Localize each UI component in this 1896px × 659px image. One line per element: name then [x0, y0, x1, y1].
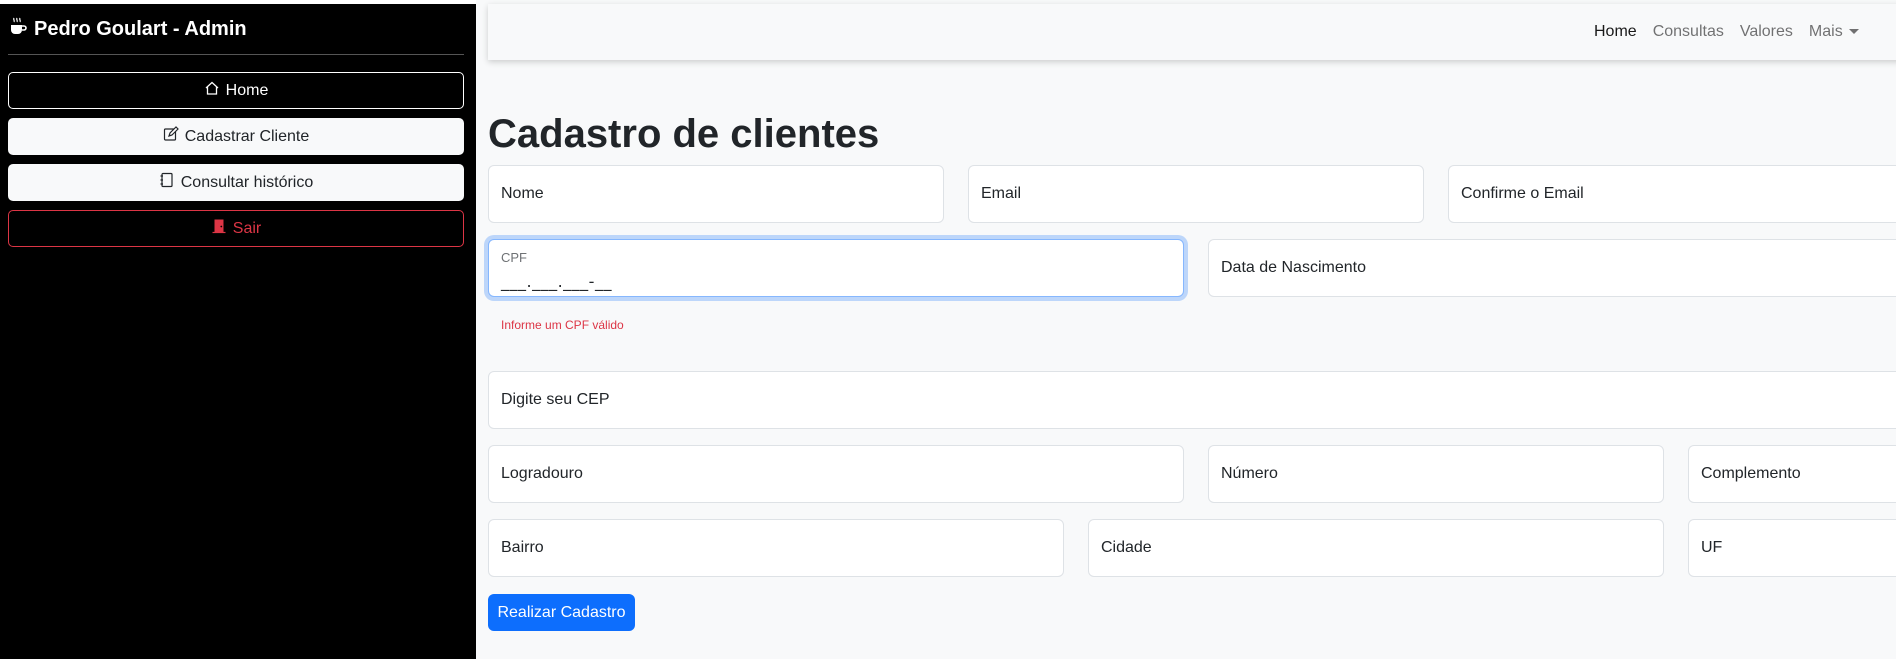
caret-down-icon	[1848, 29, 1859, 35]
coffee-icon	[8, 16, 28, 42]
brand: Pedro Goulart - Admin	[8, 16, 247, 42]
sidebar-item-label: Sair	[232, 219, 262, 237]
nav-link-consultas[interactable]: Consultas	[1653, 23, 1724, 41]
sidebar-item-sair[interactable]: Sair	[8, 210, 464, 247]
cpf-label: CPF	[501, 250, 527, 265]
main-content: Home Consultas Valores Mais Cadastro de …	[476, 0, 1896, 659]
cep-placeholder: Digite seu CEP	[501, 391, 610, 408]
nascimento-placeholder: Data de Nascimento	[1221, 259, 1366, 276]
nav-link-valores[interactable]: Valores	[1740, 23, 1793, 41]
cpf-mask: ___.___.___-__	[501, 272, 612, 291]
house-icon	[204, 80, 220, 101]
sidebar: Pedro Goulart - Admin Home Cadastrar Cli…	[0, 4, 476, 659]
cidade-field[interactable]: Cidade	[1088, 519, 1664, 577]
bairro-field[interactable]: Bairro	[488, 519, 1064, 577]
cpf-field[interactable]: CPF ___.___.___-__	[488, 239, 1184, 297]
complemento-placeholder: Complemento	[1701, 465, 1801, 482]
pencil-square-icon	[163, 126, 179, 147]
cidade-placeholder: Cidade	[1101, 539, 1152, 556]
email-field[interactable]: Email	[968, 165, 1424, 223]
nav-link-home[interactable]: Home	[1594, 23, 1637, 41]
sidebar-item-consultar-historico[interactable]: Consultar histórico	[8, 164, 464, 201]
sidebar-item-label: Cadastrar Cliente	[184, 127, 310, 145]
brand-title: Pedro Goulart - Admin	[34, 17, 247, 40]
numero-placeholder: Número	[1221, 465, 1278, 482]
nome-field[interactable]: Nome	[488, 165, 944, 223]
complemento-field[interactable]: Complemento	[1688, 445, 1896, 503]
uf-placeholder: UF	[1701, 539, 1723, 556]
confirm-email-placeholder: Confirme o Email	[1461, 185, 1584, 202]
top-navbar: Home Consultas Valores Mais	[488, 4, 1896, 60]
nav-dropdown-mais[interactable]: Mais	[1809, 23, 1859, 41]
nav-dropdown-label: Mais	[1808, 23, 1843, 40]
numero-field[interactable]: Número	[1208, 445, 1664, 503]
cpf-input-value: ___.___.___-__	[501, 272, 612, 291]
door-icon	[211, 218, 227, 239]
uf-field[interactable]: UF	[1688, 519, 1896, 577]
confirm-email-field[interactable]: Confirme o Email	[1448, 165, 1896, 223]
cep-field[interactable]: Digite seu CEP	[488, 371, 1896, 429]
sidebar-item-cadastrar-cliente[interactable]: Cadastrar Cliente	[8, 118, 464, 155]
nascimento-field[interactable]: Data de Nascimento	[1208, 239, 1896, 297]
page-title: Cadastro de clientes	[488, 112, 880, 156]
nome-placeholder: Nome	[501, 185, 544, 202]
app-window: Pedro Goulart - Admin Home Cadastrar Cli…	[0, 0, 1896, 659]
realizar-cadastro-button[interactable]: Realizar Cadastro	[488, 594, 635, 631]
logradouro-field[interactable]: Logradouro	[488, 445, 1184, 503]
sidebar-divider	[8, 54, 464, 55]
logradouro-placeholder: Logradouro	[501, 465, 583, 482]
cpf-error-message: Informe um CPF válido	[501, 318, 624, 332]
sidebar-item-label: Home	[225, 81, 269, 99]
journal-icon	[159, 172, 175, 193]
sidebar-item-home[interactable]: Home	[8, 72, 464, 109]
nav-links: Home Consultas Valores Mais	[1594, 4, 1859, 60]
bairro-placeholder: Bairro	[501, 539, 544, 556]
sidebar-item-label: Consultar histórico	[180, 173, 314, 191]
email-placeholder: Email	[981, 185, 1022, 202]
